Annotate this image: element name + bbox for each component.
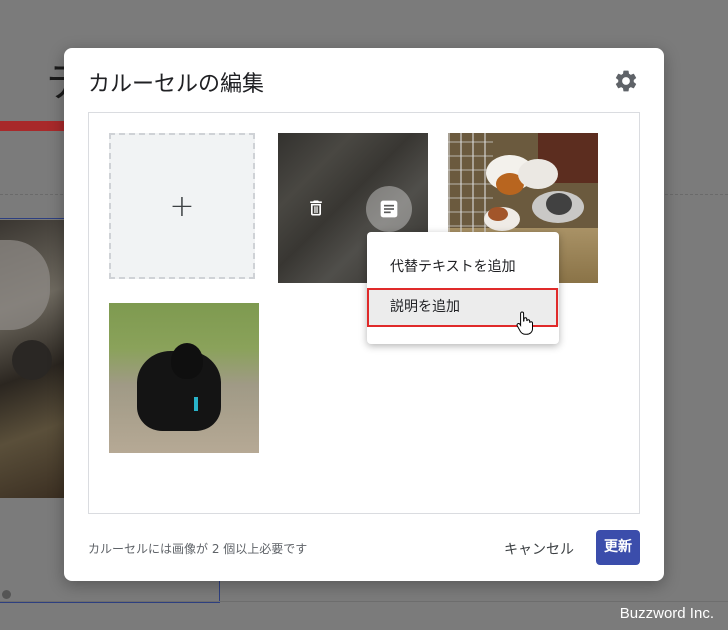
- add-image-tile[interactable]: +: [109, 133, 255, 279]
- background-red-bar: [0, 121, 64, 131]
- dialog-title: カルーセルの編集: [88, 72, 265, 97]
- trash-icon[interactable]: [306, 197, 326, 219]
- update-button[interactable]: 更新: [596, 530, 640, 565]
- notes-icon: [380, 200, 398, 218]
- background-dot: [2, 590, 11, 599]
- cancel-button[interactable]: キャンセル: [504, 532, 574, 568]
- hand-cursor-icon: [515, 310, 537, 336]
- image-lamb-tag: [194, 397, 198, 411]
- watermark: Buzzword Inc.: [619, 605, 714, 622]
- background-photo: [0, 220, 64, 498]
- minimum-images-note: カルーセルには画像が 2 個以上必要です: [88, 542, 308, 556]
- carousel-image-lamb[interactable]: [109, 303, 259, 453]
- guinea-pig-patch: [488, 207, 508, 221]
- menu-item-add-alt-text[interactable]: 代替テキストを追加: [367, 248, 559, 286]
- background-bottom-line: [0, 601, 728, 602]
- guinea-pig-patch: [546, 193, 572, 215]
- image-lamb-head: [171, 343, 203, 379]
- edit-carousel-dialog: カルーセルの編集 + カルーセルには画像が 2 個以上必要です キャンセル 更新: [64, 48, 664, 581]
- gear-icon[interactable]: [613, 68, 639, 94]
- image-options-button[interactable]: [366, 186, 412, 232]
- guinea-pig: [518, 159, 558, 189]
